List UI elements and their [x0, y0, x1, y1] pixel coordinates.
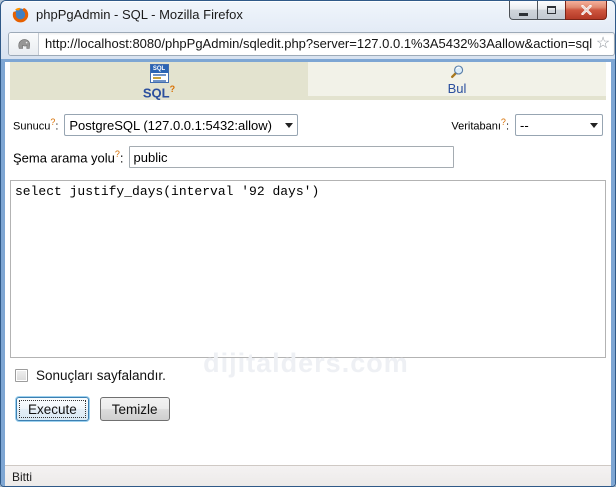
- tab-bar: SQL SQL? Bul: [10, 62, 606, 100]
- url-bar[interactable]: http://localhost:8080/phpPgAdmin/sqledit…: [8, 32, 615, 56]
- server-label: Sunucu?:: [13, 117, 58, 133]
- paginate-row: Sonuçları sayfalandır.: [15, 367, 603, 383]
- navigation-bar: http://localhost:8080/phpPgAdmin/sqledit…: [1, 28, 615, 59]
- server-row: Sunucu?: PostgreSQL (127.0.0.1:5432:allo…: [13, 114, 603, 136]
- chevron-down-icon: [285, 123, 293, 128]
- bookmark-star-icon[interactable]: ☆: [592, 33, 614, 55]
- close-icon: [581, 5, 592, 15]
- database-select-value: --: [520, 118, 582, 133]
- browser-window: phpPgAdmin - SQL - Mozilla Firefox http:…: [0, 0, 616, 487]
- chevron-down-icon: [590, 123, 598, 128]
- maximize-button[interactable]: [537, 1, 566, 20]
- server-select-value: PostgreSQL (127.0.0.1:5432:allow): [69, 118, 277, 133]
- schema-row: Şema arama yolu?:: [13, 146, 603, 168]
- tab-find[interactable]: Bul: [308, 62, 606, 96]
- status-bar: Bitti: [5, 465, 611, 487]
- site-identity-box[interactable]: [9, 33, 39, 55]
- tab-find-label: Bul: [448, 81, 467, 96]
- paginate-checkbox[interactable]: [15, 369, 28, 382]
- window-title: phpPgAdmin - SQL - Mozilla Firefox: [36, 7, 243, 22]
- paginate-label: Sonuçları sayfalandır.: [36, 368, 166, 383]
- server-select[interactable]: PostgreSQL (127.0.0.1:5432:allow): [64, 114, 298, 136]
- page-content: SQL SQL? Bul Sunucu?: PostgreSQL: [1, 62, 615, 487]
- close-button[interactable]: [565, 1, 607, 20]
- maximize-icon: [547, 6, 556, 14]
- magnifier-icon: [447, 64, 467, 80]
- sql-query-textarea[interactable]: select justify_days(interval '92 days'): [10, 180, 606, 358]
- sql-document-icon: SQL: [150, 64, 169, 83]
- clear-button[interactable]: Temizle: [100, 397, 170, 421]
- phppgadmin-elephant-icon: [16, 36, 32, 52]
- database-label: Veritabanı?:: [451, 117, 509, 133]
- url-text[interactable]: http://localhost:8080/phpPgAdmin/sqledit…: [39, 36, 592, 51]
- minimize-button[interactable]: [509, 1, 538, 20]
- window-controls: [509, 1, 607, 20]
- firefox-icon: [12, 6, 29, 23]
- tab-sql-label: SQL?: [143, 84, 175, 100]
- schema-label: Şema arama yolu?:: [13, 149, 124, 165]
- execute-button[interactable]: Execute: [16, 397, 89, 421]
- action-buttons: Execute Temizle: [16, 397, 603, 421]
- minimize-icon: [519, 13, 528, 16]
- sql-help-marker[interactable]: ?: [170, 84, 176, 94]
- status-text: Bitti: [12, 470, 32, 484]
- schema-search-path-input[interactable]: [129, 146, 454, 168]
- tab-sql[interactable]: SQL SQL?: [10, 62, 308, 100]
- database-select[interactable]: --: [515, 114, 603, 136]
